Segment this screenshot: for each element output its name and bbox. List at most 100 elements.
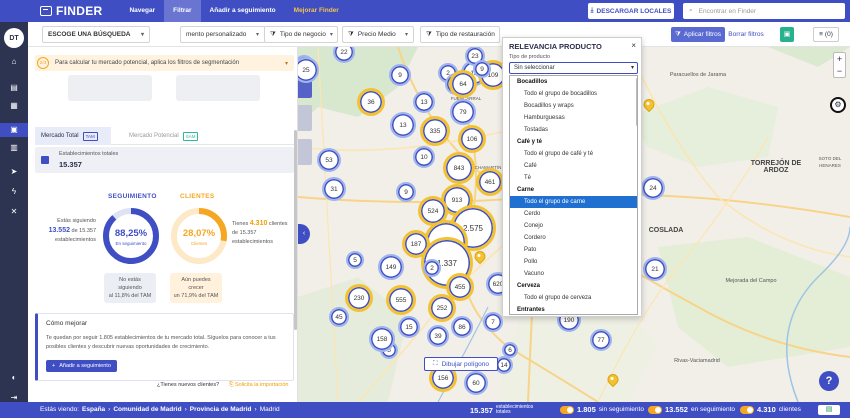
top-search-input[interactable]: ⌕ Encontrar en Finder [683, 3, 845, 19]
breadcrumb-item[interactable]: España [82, 406, 105, 413]
option-item[interactable]: Té [510, 172, 637, 184]
option-item[interactable]: Todo el grupo de carne [510, 196, 637, 208]
option-item[interactable]: Cerdo [510, 208, 637, 220]
breadcrumb-item[interactable]: Comunidad de Madrid [113, 406, 181, 413]
home-icon[interactable]: ⌂ [9, 58, 19, 66]
tab-mercado-total[interactable]: Mercado Total TAM [35, 127, 111, 145]
map-cluster[interactable]: 7 [483, 312, 503, 332]
map-cluster[interactable]: 9 [396, 182, 416, 202]
map-cluster[interactable]: 15 [398, 316, 420, 338]
map-cluster[interactable]: 77 [590, 329, 612, 351]
saved-filters-button[interactable]: ≡ (0) [813, 27, 839, 42]
nav-improve-finder[interactable]: Mejorar Finder [285, 0, 348, 22]
option-item[interactable]: Conejo [510, 220, 637, 232]
option-item[interactable]: Todo el grupo de bocadillos [510, 88, 637, 100]
map-layer-toggle[interactable] [298, 105, 312, 131]
map-cluster[interactable]: 461 [476, 168, 504, 196]
map-cluster[interactable]: 39 [427, 325, 449, 347]
settings-gear-icon[interactable]: ⚙ [830, 97, 846, 113]
map-cluster[interactable]: 60 [464, 371, 488, 395]
nav-add-tracking[interactable]: Añadir a seguimiento [201, 0, 285, 22]
map-cluster[interactable]: 10 [413, 146, 435, 168]
map-cluster[interactable]: 335 [420, 116, 450, 146]
clients-toggle[interactable] [740, 405, 754, 414]
draw-polygon-button[interactable]: ⛶ Dibujar polígono [424, 357, 498, 371]
list-icon[interactable]: ▥ [9, 144, 19, 152]
option-item[interactable]: Hamburguesas [510, 112, 637, 124]
finder-nav-icon[interactable]: ▣ [0, 123, 28, 137]
request-import-link[interactable]: ⎘ Solicita la importación [229, 382, 288, 389]
location-pin[interactable] [644, 99, 653, 110]
avg-price-select[interactable]: ⧩ Precio Medio ▾ [342, 26, 414, 43]
map-cluster[interactable]: 31 [322, 177, 346, 201]
map-cluster[interactable]: 158 [369, 326, 395, 352]
tools-icon[interactable]: ✕ [9, 208, 19, 216]
option-item[interactable]: Pato [510, 244, 637, 256]
report-icon[interactable]: ▤ [9, 84, 19, 92]
segmentation-banner[interactable]: 2/3 Para calcular tu mercado potencial, … [35, 55, 294, 71]
excel-export-icon[interactable]: ▤ [818, 405, 840, 415]
help-button[interactable]: ? [819, 371, 839, 391]
headset-icon[interactable]: ◐ [9, 374, 19, 382]
option-item[interactable]: Pollo [510, 256, 637, 268]
option-item[interactable]: Todo el grupo de cerveza [510, 292, 637, 304]
lightning-icon[interactable]: ϟ [9, 188, 19, 196]
options-scrollbar[interactable] [636, 78, 637, 126]
breadcrumb-item[interactable]: Madrid [260, 406, 280, 413]
send-icon[interactable]: ➤ [9, 168, 19, 176]
download-locales-button[interactable]: ⤓ DESCARGAR LOCALES [588, 3, 674, 19]
map-cluster[interactable]: 13 [390, 112, 416, 138]
map-cluster[interactable]: 5 [346, 251, 364, 269]
option-item[interactable]: Todo el grupo de café y té [510, 148, 637, 160]
map-cluster[interactable]: 64 [449, 70, 477, 98]
restaurant-type-select[interactable]: ⧩Tipo de restauración ▾ [420, 26, 500, 43]
tab-mercado-potencial[interactable]: Mercado Potencial SAM [123, 127, 213, 145]
map-cluster[interactable]: 13 [413, 91, 435, 113]
map-cluster[interactable]: 36 [357, 88, 385, 116]
save-filters-button[interactable]: ▣ [780, 27, 794, 42]
add-tracking-button[interactable]: + Añadir a seguimiento [46, 360, 117, 372]
nav-filtrar[interactable]: Filtrar [164, 0, 201, 22]
no-follow-toggle[interactable] [560, 405, 574, 414]
map-cluster[interactable]: 79 [450, 99, 476, 125]
avatar[interactable]: DT [4, 28, 24, 48]
close-icon[interactable]: × [631, 41, 636, 50]
map-layer-toggle[interactable] [298, 139, 312, 165]
map-cluster[interactable]: 555 [386, 285, 416, 315]
map-cluster[interactable]: 149 [378, 254, 404, 280]
map-cluster[interactable]: 21 [643, 257, 667, 281]
analytics-icon[interactable]: ▦ [9, 102, 19, 110]
search-select[interactable]: ESCOGE UNA BÚSQUEDA ▾ [42, 26, 150, 43]
location-pin[interactable] [608, 374, 617, 385]
map-cluster[interactable]: 86 [451, 316, 473, 338]
segment-select[interactable]: mento personalizado ▾ [180, 26, 265, 43]
breadcrumb-item[interactable]: Provincia de Madrid [190, 406, 252, 413]
no-follow-stat[interactable]: 1.805 sin seguimiento [560, 405, 644, 414]
map-cluster[interactable]: 106 [458, 125, 486, 153]
option-item[interactable]: Vacuno [510, 268, 637, 280]
clients-stat[interactable]: 4.310 clientes [740, 405, 801, 414]
map-cluster[interactable]: 45 [329, 307, 349, 327]
map-cluster[interactable]: 2 [423, 259, 441, 277]
map-cluster[interactable]: 230 [345, 284, 373, 312]
business-type-select[interactable]: ⧩ Tipo de negocio ▾ [264, 26, 338, 43]
clear-filters-button[interactable]: Borrar filtros [728, 27, 764, 42]
map-cluster[interactable]: 9 [389, 64, 411, 86]
map-cluster[interactable]: 53 [317, 148, 341, 172]
zoom-in-button[interactable]: + [834, 53, 845, 65]
location-pin[interactable] [475, 251, 484, 262]
follow-stat[interactable]: 13.552 en seguimiento [648, 405, 735, 414]
map-cluster[interactable]: 252 [428, 294, 456, 322]
finder-logo[interactable]: FINDER [40, 4, 102, 18]
option-item[interactable]: Cordero [510, 232, 637, 244]
follow-toggle[interactable] [648, 405, 662, 414]
map-cluster[interactable]: 24 [641, 176, 665, 200]
option-item[interactable]: Café [510, 160, 637, 172]
option-item[interactable]: Tostadas [510, 124, 637, 136]
logout-icon[interactable]: ⇥ [9, 394, 19, 402]
zoom-out-button[interactable]: − [834, 65, 845, 77]
option-item[interactable]: Bocadillos y wraps [510, 100, 637, 112]
panel-scrollbar[interactable] [294, 130, 297, 330]
map-cluster[interactable]: 843 [443, 152, 475, 184]
nav-navegar[interactable]: Navegar [120, 0, 164, 22]
